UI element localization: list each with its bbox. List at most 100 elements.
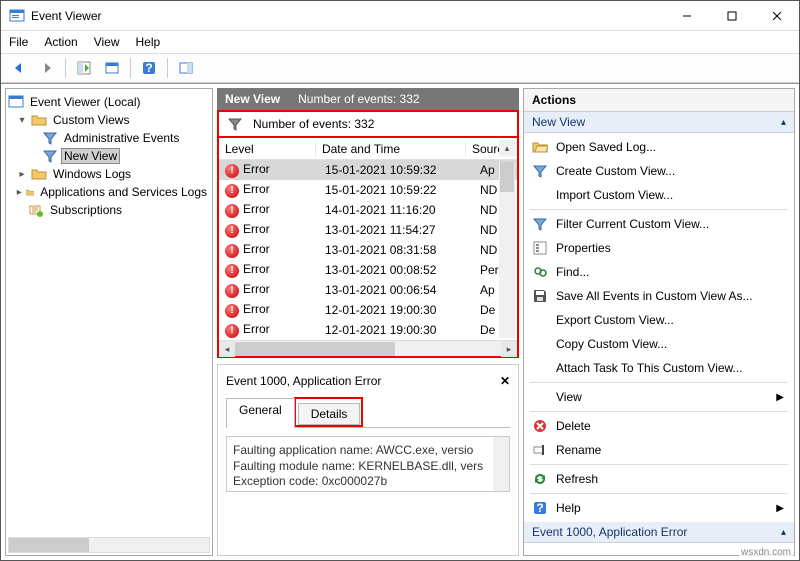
detail-close-icon[interactable]: ✕ [500, 374, 510, 388]
detail-text[interactable]: Faulting application name: AWCC.exe, ver… [226, 436, 510, 492]
show-hide-tree-button[interactable] [72, 56, 96, 80]
tree-windows-logs[interactable]: ▸ Windows Logs [8, 165, 210, 183]
properties-button[interactable] [100, 56, 124, 80]
table-row[interactable]: !Error12-01-2021 19:00:30De [219, 300, 517, 320]
subscriptions-icon [28, 202, 44, 218]
table-row[interactable]: !Error15-01-2021 10:59:32Ap [219, 160, 517, 180]
action-import-custom-view[interactable]: Import Custom View... [524, 183, 794, 207]
actions-section-event[interactable]: Event 1000, Application Error▴ [524, 522, 794, 543]
title-bar: Event Viewer [1, 1, 799, 31]
svg-text:?: ? [536, 501, 543, 515]
menu-bar: File Action View Help [1, 31, 799, 53]
toolbar: ? [1, 53, 799, 83]
table-row[interactable]: !Error13-01-2021 11:54:27ND [219, 220, 517, 240]
tree-subscriptions[interactable]: Subscriptions [8, 201, 210, 219]
menu-view[interactable]: View [94, 35, 120, 49]
folder-open-icon [532, 139, 548, 155]
filter-icon [42, 130, 58, 146]
error-icon: ! [225, 184, 239, 198]
table-row[interactable]: !Error13-01-2021 00:06:54Ap [219, 280, 517, 300]
chevron-right-icon: ▶ [776, 503, 784, 514]
actions-pane: Actions New View▴ Open Saved Log... Crea… [523, 88, 795, 556]
tab-general[interactable]: General [226, 398, 295, 428]
table-row[interactable]: !Error13-01-2021 00:08:52Per [219, 260, 517, 280]
error-icon: ! [225, 204, 239, 218]
tree-new-view[interactable]: New View [8, 147, 210, 165]
tree-custom-views[interactable]: ▾ Custom Views [8, 111, 210, 129]
action-find[interactable]: Find... [524, 260, 794, 284]
app-window: Event Viewer File Action View Help ? [0, 0, 800, 561]
find-icon [532, 264, 548, 280]
error-icon: ! [225, 224, 239, 238]
refresh-icon [532, 471, 548, 487]
error-icon: ! [225, 284, 239, 298]
chevron-up-icon: ▴ [781, 527, 786, 538]
highlight-box: Details [294, 397, 364, 427]
menu-file[interactable]: File [9, 35, 28, 49]
table-row[interactable]: !Error14-01-2021 11:16:20ND [219, 200, 517, 220]
action-export-custom-view[interactable]: Export Custom View... [524, 308, 794, 332]
error-icon: ! [225, 244, 239, 258]
tree-admin-events[interactable]: Administrative Events [8, 129, 210, 147]
svg-text:?: ? [145, 61, 152, 75]
tree-app-services[interactable]: ▸ Applications and Services Logs [8, 183, 210, 201]
filter-icon [227, 116, 243, 132]
action-attach-task[interactable]: Attach Task To This Custom View... [524, 356, 794, 380]
action-view-submenu[interactable]: View▶ [524, 385, 794, 409]
grid-v-scrollbar[interactable]: ▴ [499, 162, 515, 338]
actions-section-new-view[interactable]: New View▴ [524, 112, 794, 133]
error-icon: ! [225, 324, 239, 338]
help-icon: ? [532, 500, 548, 516]
error-icon: ! [225, 304, 239, 318]
detail-scrollbar[interactable] [493, 437, 509, 491]
action-rename[interactable]: Rename [524, 438, 794, 462]
table-row[interactable]: !Error12-01-2021 19:00:30De [219, 320, 517, 340]
action-refresh[interactable]: Refresh [524, 467, 794, 491]
filter-count: Number of events: 332 [253, 117, 374, 131]
action-properties[interactable]: Properties [524, 236, 794, 260]
chevron-up-icon: ▴ [781, 117, 786, 128]
watermark: wsxdn.com [739, 547, 793, 558]
col-level[interactable]: Level [219, 142, 316, 156]
chevron-right-icon: ▶ [776, 392, 784, 403]
action-help[interactable]: ?Help▶ [524, 496, 794, 520]
events-grid: Level Date and Time Source !Error15-01-2… [217, 136, 519, 358]
action-pane-button[interactable] [174, 56, 198, 80]
caret-down-icon[interactable]: ▾ [16, 115, 28, 126]
minimize-button[interactable] [664, 1, 709, 30]
menu-help[interactable]: Help [136, 35, 161, 49]
tree-root[interactable]: Event Viewer (Local) [8, 93, 210, 111]
properties-icon [532, 240, 548, 256]
save-icon [532, 288, 548, 304]
grid-header: Level Date and Time Source [219, 138, 517, 160]
filter-icon [532, 163, 548, 179]
app-icon [9, 8, 25, 24]
tab-details[interactable]: Details [298, 403, 361, 425]
table-row[interactable]: !Error13-01-2021 08:31:58ND [219, 240, 517, 260]
action-create-custom-view[interactable]: Create Custom View... [524, 159, 794, 183]
action-delete[interactable]: Delete [524, 414, 794, 438]
table-row[interactable]: !Error15-01-2021 10:59:22ND [219, 180, 517, 200]
detail-tabs: General Details [226, 397, 510, 428]
maximize-button[interactable] [709, 1, 754, 30]
help-button-toolbar[interactable]: ? [137, 56, 161, 80]
folder-icon [31, 112, 47, 128]
grid-h-scrollbar[interactable]: ◂▸ [219, 340, 517, 356]
folder-icon [31, 166, 47, 182]
caret-right-icon[interactable]: ▸ [16, 169, 28, 180]
back-button[interactable] [7, 56, 31, 80]
menu-action[interactable]: Action [44, 35, 77, 49]
filter-icon [42, 148, 58, 164]
filter-icon [532, 216, 548, 232]
action-open-saved-log[interactable]: Open Saved Log... [524, 135, 794, 159]
action-filter-current-view[interactable]: Filter Current Custom View... [524, 212, 794, 236]
action-save-all-events[interactable]: Save All Events in Custom View As... [524, 284, 794, 308]
action-copy-custom-view[interactable]: Copy Custom View... [524, 332, 794, 356]
tree-scrollbar[interactable] [8, 537, 210, 553]
caret-right-icon[interactable]: ▸ [16, 187, 23, 198]
events-pane: New View Number of events: 332 Number of… [217, 88, 519, 556]
forward-button[interactable] [35, 56, 59, 80]
col-datetime[interactable]: Date and Time [316, 142, 466, 156]
close-button[interactable] [754, 1, 799, 30]
event-count: Number of events: 332 [298, 92, 419, 106]
